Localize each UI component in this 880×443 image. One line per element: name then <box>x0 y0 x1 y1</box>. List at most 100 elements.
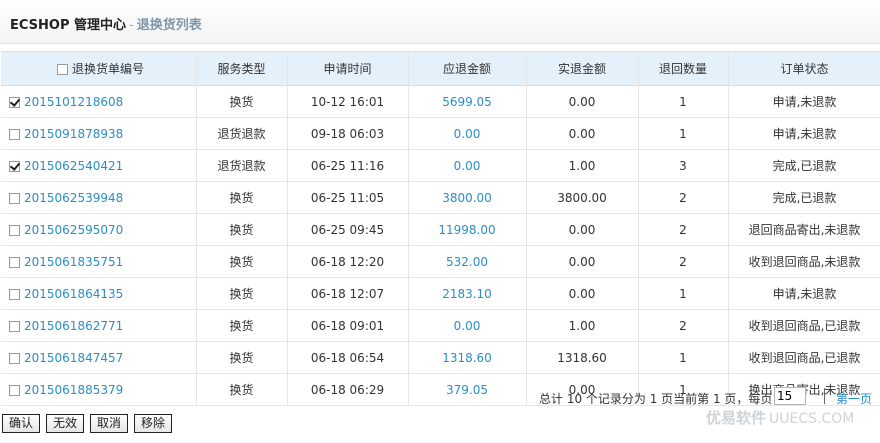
cell-refunded: 0.00 <box>526 117 639 150</box>
invalid-button[interactable]: 无效 <box>46 414 85 433</box>
cell-id: 2015062540421 <box>1 149 197 182</box>
table-row: 2015091878938 退货退款 09-18 06:03 0.00 0.00 1 申请,… <box>1 117 880 150</box>
cancel-button[interactable]: 取消 <box>90 414 129 433</box>
cell-service: 换货 <box>196 213 288 246</box>
return-id-link[interactable]: 2015061862771 <box>24 319 123 333</box>
watermark-name: 优易软件 <box>706 409 767 427</box>
due-amount-link[interactable]: 0.00 <box>454 319 481 333</box>
cell-qty: 2 <box>638 181 729 214</box>
cell-qty: 1 <box>638 277 729 310</box>
cell-id: 2015062539948 <box>1 181 197 214</box>
cell-id: 2015061835751 <box>1 245 197 278</box>
cell-due: 532.00 <box>408 245 527 278</box>
row-checkbox[interactable] <box>9 192 20 204</box>
due-amount-link[interactable]: 3800.00 <box>442 191 492 205</box>
cell-time: 06-25 09:45 <box>287 213 409 246</box>
row-checkbox[interactable] <box>9 352 20 364</box>
first-page-link[interactable]: 第一页 <box>836 390 872 407</box>
return-list-table: 退换货单编号 服务类型 申请时间 应退金额 实退金额 退回数量 订单状态 201… <box>1 51 880 406</box>
due-amount-link[interactable]: 5699.05 <box>442 95 492 109</box>
cell-status: 申请,未退款 <box>728 117 880 150</box>
due-amount-link[interactable]: 1318.60 <box>442 351 492 365</box>
table-row: 2015061864135 换货 06-18 12:07 2183.10 0.00 1 申请… <box>1 277 880 310</box>
watermark-site: UUECS.COM <box>769 411 855 427</box>
table-row: 2015061835751 换货 06-18 12:20 532.00 0.00 2 收到退… <box>1 245 880 278</box>
cell-due: 0.00 <box>408 117 527 150</box>
cell-refunded: 0.00 <box>526 245 639 278</box>
cell-due: 5699.05 <box>408 85 527 118</box>
return-id-link[interactable]: 2015061864135 <box>24 287 123 301</box>
cell-service: 换货 <box>196 245 288 278</box>
cell-qty: 2 <box>638 309 729 342</box>
due-amount-link[interactable]: 2183.10 <box>442 287 492 301</box>
cell-refunded: 1.00 <box>526 309 639 342</box>
table-row: 2015062540421 退货退款 06-25 11:16 0.00 1.00 3 完成,… <box>1 149 880 182</box>
cell-id: 2015062595070 <box>1 213 197 246</box>
cell-time: 06-18 06:54 <box>287 341 409 374</box>
page-title: ECSHOP 管理中心 - 退换货列表 <box>10 14 202 33</box>
cell-due: 2183.10 <box>408 277 527 310</box>
cell-time: 10-12 16:01 <box>287 85 409 118</box>
cell-status: 完成,已退款 <box>728 149 880 182</box>
cell-due: 11998.00 <box>408 213 527 246</box>
cell-time: 06-18 12:20 <box>287 245 409 278</box>
row-checkbox[interactable] <box>9 320 20 332</box>
cell-refunded: 0.00 <box>526 85 639 118</box>
table-row: 2015062595070 换货 06-25 09:45 11998.00 0.00 2 退… <box>1 213 880 246</box>
cell-time: 06-25 11:16 <box>287 149 409 182</box>
cell-refunded: 1318.60 <box>526 341 639 374</box>
cell-id: 2015061864135 <box>1 277 197 310</box>
cell-status: 申请,未退款 <box>728 85 880 118</box>
cell-time: 06-18 12:07 <box>287 277 409 310</box>
title-separator: - <box>129 18 134 33</box>
column-header-refunded: 实退金额 <box>526 51 639 86</box>
row-checkbox[interactable] <box>9 128 20 140</box>
due-amount-link[interactable]: 532.00 <box>446 255 488 269</box>
page-header: ECSHOP 管理中心 - 退换货列表 <box>0 0 880 44</box>
cell-qty: 1 <box>638 341 729 374</box>
cell-id: 2015091878938 <box>1 117 197 150</box>
cell-service: 换货 <box>196 181 288 214</box>
column-header-id: 退换货单编号 <box>1 51 197 86</box>
return-id-link[interactable]: 2015061835751 <box>24 255 123 269</box>
cell-service: 退货退款 <box>196 149 288 182</box>
cell-refunded: 1.00 <box>526 149 639 182</box>
cell-status: 退回商品寄出,未退款 <box>728 213 880 246</box>
row-checkbox[interactable] <box>9 224 20 236</box>
return-id-link[interactable]: 2015062539948 <box>24 191 123 205</box>
cell-qty: 2 <box>638 213 729 246</box>
column-header-service: 服务类型 <box>196 51 288 86</box>
due-amount-link[interactable]: 0.00 <box>454 159 481 173</box>
page-size-input[interactable] <box>774 387 806 405</box>
watermark: 优易软件 UUECS.COM <box>706 407 854 428</box>
return-id-link[interactable]: 2015062595070 <box>24 223 123 237</box>
select-all-checkbox[interactable] <box>57 64 68 75</box>
column-header-time: 申请时间 <box>287 51 409 86</box>
cell-status: 收到退回商品,已退款 <box>728 341 880 374</box>
column-header-due: 应退金额 <box>408 51 527 86</box>
cell-refunded: 0.00 <box>526 213 639 246</box>
return-id-link[interactable]: 2015061847457 <box>24 351 123 365</box>
remove-button[interactable]: 移除 <box>134 414 173 433</box>
cell-qty: 1 <box>638 85 729 118</box>
return-id-link[interactable]: 2015091878938 <box>24 127 123 141</box>
row-checkbox[interactable] <box>9 288 20 300</box>
cell-time: 06-25 11:05 <box>287 181 409 214</box>
table-row: 2015101218608 换货 10-12 16:01 5699.05 0.00 1 申请… <box>1 85 880 118</box>
due-amount-link[interactable]: 11998.00 <box>438 223 495 237</box>
cell-service: 换货 <box>196 309 288 342</box>
cell-qty: 2 <box>638 245 729 278</box>
cell-qty: 3 <box>638 149 729 182</box>
due-amount-link[interactable]: 0.00 <box>454 127 481 141</box>
confirm-button[interactable]: 确认 <box>2 414 41 433</box>
cell-time: 09-18 06:03 <box>287 117 409 150</box>
row-checkbox[interactable] <box>9 256 20 268</box>
cell-due: 0.00 <box>408 149 527 182</box>
row-checkbox[interactable] <box>9 96 20 108</box>
cell-refunded: 0.00 <box>526 277 639 310</box>
return-id-link[interactable]: 2015062540421 <box>24 159 123 173</box>
row-checkbox[interactable] <box>9 160 20 172</box>
return-id-link[interactable]: 2015101218608 <box>24 95 123 109</box>
table-row: 2015061847457 换货 06-18 06:54 1318.60 1318.60… <box>1 341 880 374</box>
pagination-summary: 总计 10 个记录分为 1 页当前第 1 页，每页 <box>539 392 773 406</box>
